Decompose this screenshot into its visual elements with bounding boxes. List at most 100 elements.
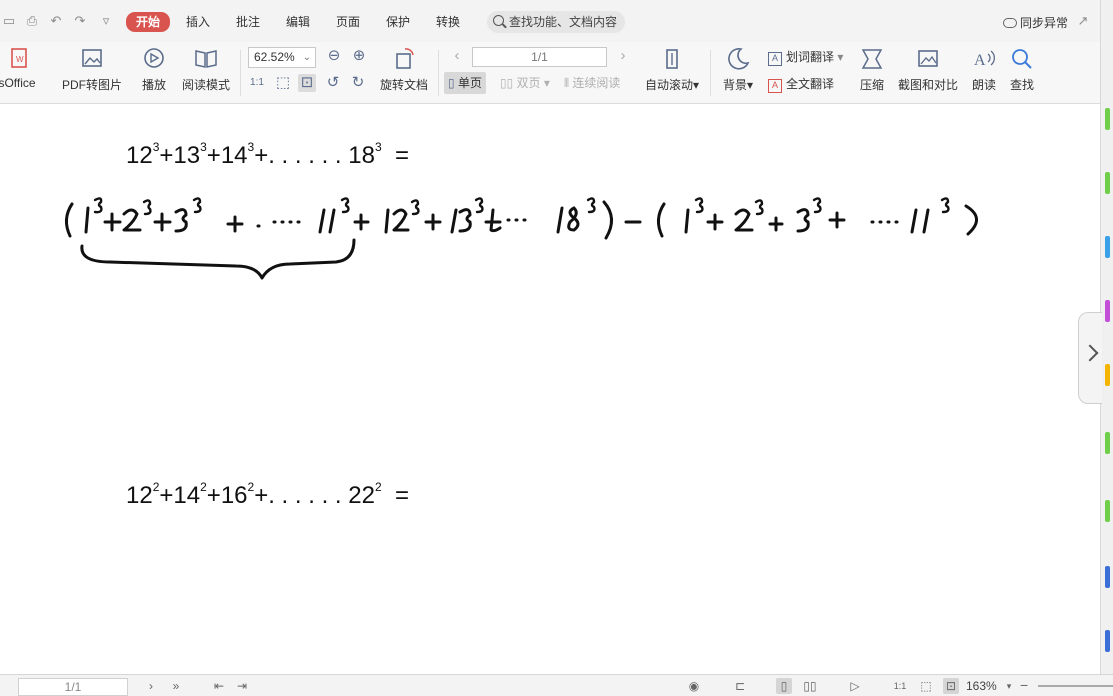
- page-number-input[interactable]: 1/1: [472, 47, 607, 67]
- handwritten-stroke: [734, 208, 754, 232]
- rail-tab[interactable]: [1105, 364, 1110, 386]
- tab-page[interactable]: 页面: [336, 13, 360, 31]
- undo-icon[interactable]: ↶: [49, 14, 63, 28]
- last-page-icon[interactable]: »: [168, 678, 184, 694]
- continuous-read-toggle[interactable]: ⫴ 连续阅读: [564, 72, 620, 94]
- rail-tab[interactable]: [1105, 500, 1110, 522]
- next-page-icon[interactable]: ›: [143, 678, 159, 694]
- fit-width-icon[interactable]: ⊡: [298, 74, 316, 92]
- document-page[interactable]: 123+133+143+. . . . . . 183 = 122+142+16…: [0, 104, 1100, 674]
- play-button[interactable]: 播放: [138, 46, 170, 93]
- tab-edit[interactable]: 编辑: [286, 13, 310, 31]
- handwritten-stroke: [828, 211, 846, 229]
- handwritten-stroke: [318, 208, 336, 234]
- chevron-down-icon: ⌄: [302, 52, 311, 63]
- print-icon[interactable]: ⎙: [25, 14, 39, 28]
- single-page-icon[interactable]: ▯: [776, 678, 792, 694]
- zoom-out-icon[interactable]: ⊖: [325, 47, 343, 65]
- word-translate-button[interactable]: A 划词翻译 ▾: [768, 48, 843, 66]
- chevron-down-icon: ▾: [540, 76, 550, 90]
- tab-protect[interactable]: 保护: [386, 13, 410, 31]
- find-button[interactable]: 查找: [1006, 46, 1038, 93]
- status-page-input[interactable]: 1/1: [18, 678, 128, 696]
- rotate-left-icon[interactable]: ↺: [324, 74, 342, 92]
- fit-width-icon[interactable]: ⊏: [732, 678, 748, 694]
- pdf-to-image-button[interactable]: PDF转图片: [62, 46, 122, 93]
- handwritten-stroke: [812, 197, 822, 214]
- translate-icon: A: [768, 52, 782, 66]
- screenshot-compare-button[interactable]: 截图和对比: [896, 46, 960, 93]
- zoom-slider[interactable]: [1038, 685, 1113, 687]
- handwritten-stroke: [142, 199, 152, 216]
- quick-access-dropdown-icon[interactable]: ▿: [99, 14, 113, 28]
- rail-tab[interactable]: [1105, 566, 1110, 588]
- feature-search-box[interactable]: 查找功能、文档内容: [487, 11, 625, 33]
- handwritten-stroke: [340, 197, 350, 214]
- double-page-icon: ▯▯: [500, 76, 517, 90]
- zoom-minus-icon[interactable]: −: [1020, 677, 1028, 693]
- handwritten-stroke: [424, 213, 442, 231]
- search-icon: [493, 15, 504, 26]
- share-icon[interactable]: ↗: [1076, 14, 1090, 28]
- rail-tab[interactable]: [1105, 300, 1110, 322]
- play-icon[interactable]: ▷: [847, 678, 863, 694]
- read-aloud-button[interactable]: A 朗读: [968, 46, 1000, 93]
- separator: [438, 50, 439, 96]
- double-page-icon[interactable]: ▯▯: [802, 678, 818, 694]
- handwritten-stroke: [226, 215, 244, 233]
- cloud-icon: [1003, 18, 1017, 28]
- open-folder-icon[interactable]: ▭: [2, 14, 16, 28]
- redo-icon[interactable]: ↷: [73, 14, 87, 28]
- eye-icon[interactable]: ◉: [686, 678, 702, 694]
- panel-collapse-handle[interactable]: [1078, 312, 1102, 404]
- tab-convert[interactable]: 转换: [436, 13, 460, 31]
- tab-start[interactable]: 开始: [126, 12, 171, 32]
- double-page-toggle[interactable]: ▯▯ 双页 ▾: [500, 72, 550, 94]
- rail-tab[interactable]: [1105, 172, 1110, 194]
- handwritten-stroke: [754, 199, 764, 216]
- handwritten-stroke: [65, 202, 74, 238]
- next-page-icon[interactable]: ›: [614, 47, 632, 65]
- rail-tab[interactable]: [1105, 108, 1110, 130]
- zoom-select[interactable]: 62.52% ⌄: [248, 47, 316, 68]
- read-mode-button[interactable]: 阅读模式: [180, 46, 232, 93]
- separator: [240, 50, 241, 96]
- full-translate-button[interactable]: A 全文翻译: [768, 75, 834, 93]
- handwritten-stroke: [80, 238, 356, 280]
- handwritten-stroke: [174, 208, 188, 233]
- rotate-right-icon[interactable]: ↻: [349, 74, 367, 92]
- forward-icon[interactable]: ⇥: [234, 678, 250, 694]
- sync-status[interactable]: 同步异常: [1003, 14, 1068, 31]
- handwritten-stroke: [484, 208, 502, 233]
- auto-scroll-button[interactable]: 自动滚动▾: [642, 46, 702, 93]
- fit-page-icon[interactable]: ⬚: [274, 74, 292, 92]
- rail-tab[interactable]: [1105, 432, 1110, 454]
- ribbon-toolbar: W sOffice PDF转图片 播放 阅读模式 62.52% ⌄ ⊖ ⊕ 1:1…: [0, 42, 1113, 104]
- handwritten-stroke: [964, 204, 978, 236]
- tab-insert[interactable]: 插入: [186, 13, 210, 31]
- back-icon[interactable]: ⇤: [211, 678, 227, 694]
- actual-size-icon[interactable]: 1:1: [248, 74, 266, 92]
- handwritten-stroke: [657, 202, 666, 238]
- zoom-in-icon[interactable]: ⊕: [350, 47, 368, 65]
- rotate-document-button[interactable]: 旋转文档: [378, 46, 430, 93]
- handwritten-stroke: [384, 208, 410, 234]
- chevron-down-icon[interactable]: ▾: [1001, 678, 1017, 694]
- handwritten-stroke: [450, 208, 472, 234]
- rail-tab[interactable]: [1105, 630, 1110, 652]
- handwritten-stroke: [153, 212, 172, 232]
- zoom-percent[interactable]: 163%: [966, 679, 997, 693]
- single-page-toggle[interactable]: ▯ 单页: [444, 72, 486, 94]
- previous-page-icon[interactable]: ‹: [448, 47, 466, 65]
- rail-tab[interactable]: [1105, 236, 1110, 258]
- fit-page-icon[interactable]: ⬚: [918, 678, 934, 694]
- handwritten-stroke: [602, 200, 613, 240]
- actual-size-icon[interactable]: 1:1: [892, 678, 908, 694]
- compress-button[interactable]: 压缩: [856, 46, 888, 93]
- fit-width-icon[interactable]: ⊡: [943, 678, 959, 694]
- handwritten-stroke: [353, 213, 370, 231]
- background-button[interactable]: 背景▾: [720, 46, 756, 93]
- office-convert-button[interactable]: W sOffice: [0, 46, 40, 90]
- tab-annotate[interactable]: 批注: [236, 13, 260, 31]
- play-icon: [144, 48, 164, 68]
